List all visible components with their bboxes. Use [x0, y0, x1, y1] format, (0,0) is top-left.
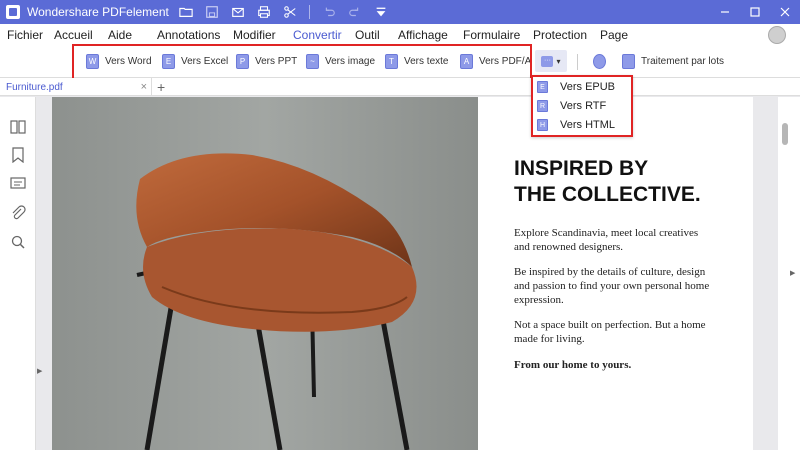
collapse-right-panel-icon[interactable]: ▶ [790, 269, 795, 277]
ocr-icon [593, 54, 606, 69]
document-viewport: INSPIRED BY THE COLLECTIVE. Explore Scan… [44, 97, 771, 450]
html-file-icon: H [537, 119, 548, 131]
headline-line-1: INSPIRED BY [514, 157, 649, 180]
ribbon-divider [577, 54, 578, 70]
vertical-scrollbar[interactable]: ▶ [778, 97, 800, 450]
undo-icon[interactable] [316, 0, 342, 24]
more-formats-button[interactable]: ··· ▾ [535, 50, 567, 72]
app-title: Wondershare PDFelement [27, 5, 169, 19]
quick-access-dropdown-icon[interactable] [368, 0, 394, 24]
headline-line-2: THE COLLECTIVE. [514, 183, 701, 206]
batch-icon [622, 54, 635, 69]
quick-access-toolbar [173, 0, 394, 24]
add-tab-icon[interactable]: + [157, 79, 165, 95]
toolbar-divider [309, 5, 310, 19]
to-html-item[interactable]: H Vers HTML [537, 119, 615, 131]
document-tab-bar: Furniture.pdf × + [0, 78, 800, 96]
chair-photo [52, 97, 478, 450]
rtf-file-icon: R [537, 100, 548, 112]
menu-affichage[interactable]: Affichage [398, 28, 448, 42]
menu-convertir[interactable]: Convertir [293, 28, 342, 42]
batch-process-button[interactable]: Traitement par lots [622, 54, 724, 69]
menu-bar: Fichier Accueil Aide Annotations Modifie… [0, 24, 800, 46]
paragraph-3: Not a space built on perfection. But a h… [514, 319, 706, 345]
pages-icon[interactable] [10, 119, 26, 135]
title-bar: Wondershare PDFelement [0, 0, 800, 24]
closing-line: From our home to yours. [514, 359, 632, 371]
expand-panel-icon[interactable]: ▶ [37, 367, 42, 375]
scissors-icon[interactable] [277, 0, 303, 24]
menu-fichier[interactable]: Fichier [7, 28, 43, 42]
window-controls [710, 0, 800, 24]
paragraph-1: Explore Scandinavia, meet local creative… [514, 227, 699, 253]
to-epub-item[interactable]: E Vers EPUB [537, 81, 615, 93]
menu-page[interactable]: Page [600, 28, 628, 42]
redo-icon[interactable] [342, 0, 368, 24]
menu-aide[interactable]: Aide [108, 28, 132, 42]
pdf-page: INSPIRED BY THE COLLECTIVE. Explore Scan… [52, 97, 753, 450]
mail-icon[interactable] [225, 0, 251, 24]
minimize-icon[interactable] [710, 0, 740, 24]
folder-icon[interactable] [173, 0, 199, 24]
chair-illustration [52, 97, 478, 450]
maximize-icon[interactable] [740, 0, 770, 24]
epub-file-icon: E [537, 81, 548, 93]
more-formats-icon: ··· [541, 55, 554, 67]
page-headline: INSPIRED BY THE COLLECTIVE. [514, 156, 701, 208]
print-icon[interactable] [251, 0, 277, 24]
menu-modifier[interactable]: Modifier [233, 28, 276, 42]
ocr-button[interactable] [593, 54, 612, 69]
comment-icon[interactable] [10, 176, 26, 192]
search-icon[interactable] [10, 234, 26, 250]
app-logo-icon [6, 5, 20, 19]
to-rtf-item[interactable]: R Vers RTF [537, 100, 606, 112]
scroll-thumb[interactable] [782, 123, 788, 145]
menu-protection[interactable]: Protection [533, 28, 587, 42]
more-formats-dropdown: E Vers EPUB R Vers RTF H Vers HTML [531, 75, 633, 137]
chevron-down-icon: ▾ [556, 56, 561, 66]
to-epub-label: Vers EPUB [560, 81, 616, 93]
menu-formulaire[interactable]: Formulaire [463, 28, 520, 42]
menu-annotations[interactable]: Annotations [157, 28, 220, 42]
close-icon[interactable] [770, 0, 800, 24]
tab-label: Furniture.pdf [6, 81, 63, 93]
to-html-label: Vers HTML [560, 119, 616, 131]
highlight-box-conversions [72, 44, 532, 80]
batch-process-label: Traitement par lots [641, 56, 724, 67]
attachment-icon[interactable] [10, 205, 26, 221]
to-rtf-label: Vers RTF [560, 100, 607, 112]
save-icon[interactable] [199, 0, 225, 24]
close-tab-icon[interactable]: × [141, 81, 147, 93]
menu-accueil[interactable]: Accueil [54, 28, 93, 42]
avatar[interactable] [768, 26, 786, 44]
menu-outil[interactable]: Outil [355, 28, 380, 42]
bookmark-icon[interactable] [10, 147, 26, 164]
tab-furniture-pdf[interactable]: Furniture.pdf × [0, 78, 152, 96]
left-sidebar: ▶ [0, 97, 42, 450]
paragraph-2: Be inspired by the details of culture, d… [514, 266, 710, 306]
